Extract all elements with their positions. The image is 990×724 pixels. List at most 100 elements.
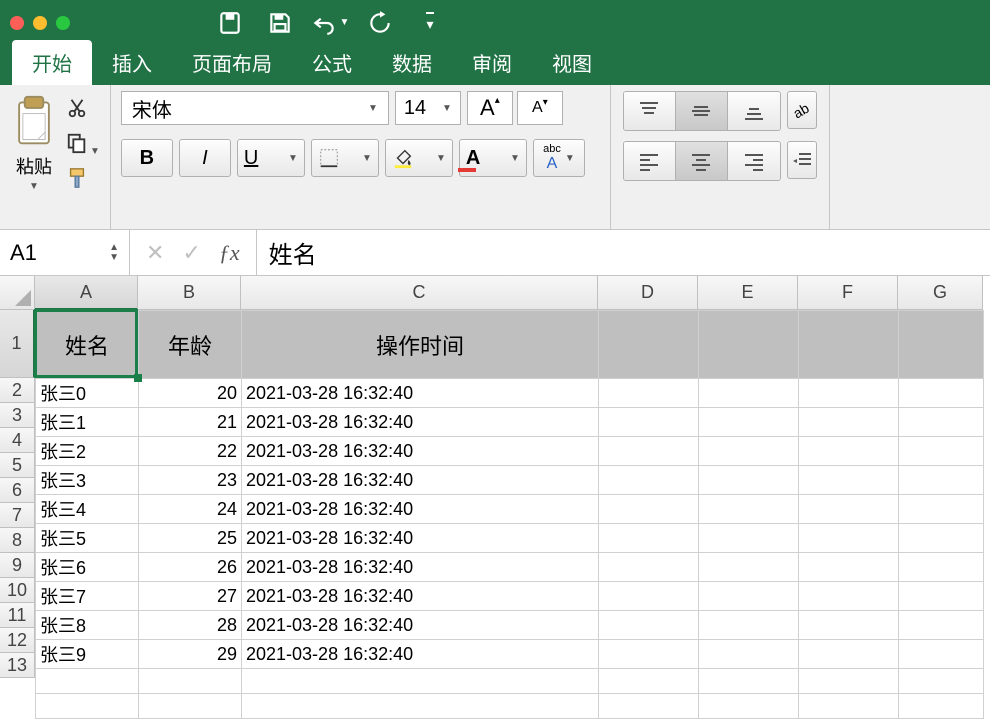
- cell[interactable]: 22: [139, 437, 242, 466]
- row-header-1[interactable]: 1: [0, 310, 35, 378]
- cell[interactable]: [899, 640, 984, 669]
- cell[interactable]: [899, 669, 984, 694]
- cell[interactable]: [899, 611, 984, 640]
- cell[interactable]: [599, 408, 699, 437]
- cell[interactable]: 2021-03-28 16:32:40: [242, 466, 599, 495]
- cell[interactable]: [599, 553, 699, 582]
- close-window[interactable]: [10, 16, 24, 30]
- decrease-font-button[interactable]: A▾: [517, 91, 563, 125]
- cell[interactable]: [599, 640, 699, 669]
- align-top-button[interactable]: [624, 92, 676, 130]
- cell[interactable]: [699, 640, 799, 669]
- cell[interactable]: [799, 582, 899, 611]
- decrease-indent-button[interactable]: [787, 141, 817, 179]
- row-header-12[interactable]: 12: [0, 628, 35, 653]
- cell[interactable]: 29: [139, 640, 242, 669]
- confirm-formula-icon[interactable]: ✓: [182, 240, 200, 266]
- cell[interactable]: 张三9: [36, 640, 139, 669]
- col-header-A[interactable]: A: [35, 276, 138, 310]
- cell[interactable]: [699, 524, 799, 553]
- cell[interactable]: [699, 408, 799, 437]
- cell[interactable]: [799, 611, 899, 640]
- cell[interactable]: [799, 640, 899, 669]
- cell[interactable]: [599, 311, 699, 379]
- align-left-button[interactable]: [624, 142, 676, 180]
- cell[interactable]: [799, 311, 899, 379]
- cell[interactable]: [699, 495, 799, 524]
- maximize-window[interactable]: [56, 16, 70, 30]
- cell[interactable]: 张三5: [36, 524, 139, 553]
- cell[interactable]: [36, 669, 139, 694]
- tab-5[interactable]: 审阅: [452, 40, 532, 85]
- cell[interactable]: 2021-03-28 16:32:40: [242, 553, 599, 582]
- fx-icon[interactable]: ƒx: [219, 240, 240, 266]
- cell[interactable]: [899, 694, 984, 719]
- row-header-5[interactable]: 5: [0, 453, 35, 478]
- cell[interactable]: [599, 669, 699, 694]
- col-header-F[interactable]: F: [798, 276, 898, 310]
- increase-font-button[interactable]: A▴: [467, 91, 513, 125]
- row-header-10[interactable]: 10: [0, 578, 35, 603]
- cell[interactable]: 姓名: [36, 311, 139, 379]
- cell[interactable]: [799, 495, 899, 524]
- cell[interactable]: 2021-03-28 16:32:40: [242, 524, 599, 553]
- cell[interactable]: [899, 437, 984, 466]
- cell[interactable]: 25: [139, 524, 242, 553]
- font-color-button[interactable]: A ▼: [459, 139, 527, 177]
- cell[interactable]: 张三3: [36, 466, 139, 495]
- cell[interactable]: [899, 495, 984, 524]
- cell[interactable]: 24: [139, 495, 242, 524]
- col-header-E[interactable]: E: [698, 276, 798, 310]
- cell[interactable]: 操作时间: [242, 311, 599, 379]
- cell[interactable]: [36, 694, 139, 719]
- cell[interactable]: [699, 466, 799, 495]
- undo-icon[interactable]: ▼: [310, 3, 350, 43]
- cell[interactable]: 张三4: [36, 495, 139, 524]
- cell[interactable]: 张三8: [36, 611, 139, 640]
- tab-4[interactable]: 数据: [372, 40, 452, 85]
- phonetic-guide-button[interactable]: abcA ▼: [533, 139, 585, 177]
- cell[interactable]: 张三1: [36, 408, 139, 437]
- name-box[interactable]: A1 ▲▼: [0, 230, 130, 275]
- cell[interactable]: [699, 437, 799, 466]
- cell[interactable]: [599, 611, 699, 640]
- cut-icon[interactable]: [66, 97, 100, 122]
- cell[interactable]: [699, 582, 799, 611]
- cell[interactable]: 张三7: [36, 582, 139, 611]
- cell[interactable]: [799, 466, 899, 495]
- row-header-2[interactable]: 2: [0, 378, 35, 403]
- cell[interactable]: [799, 524, 899, 553]
- cell[interactable]: 23: [139, 466, 242, 495]
- paste-button[interactable]: 粘贴 ▼: [10, 95, 58, 192]
- save-icon[interactable]: [260, 3, 300, 43]
- cell[interactable]: 2021-03-28 16:32:40: [242, 611, 599, 640]
- tab-3[interactable]: 公式: [292, 40, 372, 85]
- cell[interactable]: [599, 466, 699, 495]
- cell[interactable]: [899, 466, 984, 495]
- cell[interactable]: [599, 694, 699, 719]
- format-painter-icon[interactable]: [66, 167, 100, 192]
- cell[interactable]: 张三6: [36, 553, 139, 582]
- formula-input[interactable]: 姓名: [256, 230, 990, 275]
- cell[interactable]: 2021-03-28 16:32:40: [242, 437, 599, 466]
- align-center-button[interactable]: [676, 142, 728, 180]
- cell[interactable]: 2021-03-28 16:32:40: [242, 640, 599, 669]
- cell[interactable]: [139, 669, 242, 694]
- italic-button[interactable]: I: [179, 139, 231, 177]
- cell[interactable]: [242, 669, 599, 694]
- row-header-6[interactable]: 6: [0, 478, 35, 503]
- row-header-11[interactable]: 11: [0, 603, 35, 628]
- row-header-13[interactable]: 13: [0, 653, 35, 678]
- align-middle-button[interactable]: [676, 92, 728, 130]
- cell[interactable]: [899, 379, 984, 408]
- qat-more-icon[interactable]: ▾: [410, 3, 450, 43]
- cell[interactable]: [599, 495, 699, 524]
- cell[interactable]: 2021-03-28 16:32:40: [242, 408, 599, 437]
- cell[interactable]: [799, 553, 899, 582]
- cell[interactable]: [799, 694, 899, 719]
- col-header-B[interactable]: B: [138, 276, 241, 310]
- cell[interactable]: [699, 311, 799, 379]
- cell[interactable]: 年龄: [139, 311, 242, 379]
- cell[interactable]: 张三2: [36, 437, 139, 466]
- fill-handle[interactable]: [134, 374, 142, 382]
